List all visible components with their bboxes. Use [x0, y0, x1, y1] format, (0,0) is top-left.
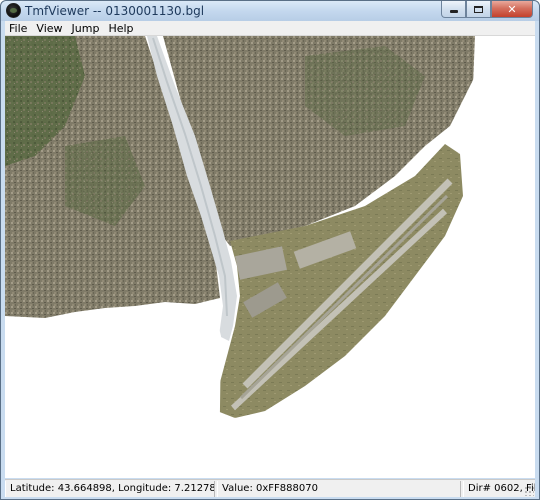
menu-help[interactable]: Help: [108, 22, 133, 35]
globe-icon[interactable]: [6, 3, 21, 18]
resize-grip-icon[interactable]: [524, 486, 534, 496]
minimize-icon: [449, 10, 458, 13]
caption-buttons: ✕: [441, 1, 533, 19]
maximize-button[interactable]: [466, 1, 491, 18]
menu-file[interactable]: File: [9, 22, 27, 35]
close-icon: ✕: [507, 2, 517, 16]
map-viewport[interactable]: [5, 36, 535, 478]
app-window: TmfViewer -- 0130001130.bgl ✕ File View …: [0, 0, 540, 500]
status-latlon: Latitude: 43.664898, Longitude: 7.212780: [5, 481, 215, 497]
sea-west: [5, 304, 221, 478]
window-title: TmfViewer -- 0130001130.bgl: [25, 4, 205, 18]
menu-jump[interactable]: Jump: [72, 22, 100, 35]
menu-bar: File View Jump Help: [5, 21, 535, 36]
status-value: Value: 0xFF888070: [217, 481, 461, 497]
close-button[interactable]: ✕: [491, 1, 533, 18]
title-bar[interactable]: TmfViewer -- 0130001130.bgl ✕: [1, 1, 539, 21]
maximize-icon: [474, 5, 483, 13]
aerial-map[interactable]: [5, 36, 535, 478]
minimize-button[interactable]: [441, 1, 466, 18]
status-bar: Latitude: 43.664898, Longitude: 7.212780…: [5, 479, 535, 497]
menu-view[interactable]: View: [36, 22, 62, 35]
